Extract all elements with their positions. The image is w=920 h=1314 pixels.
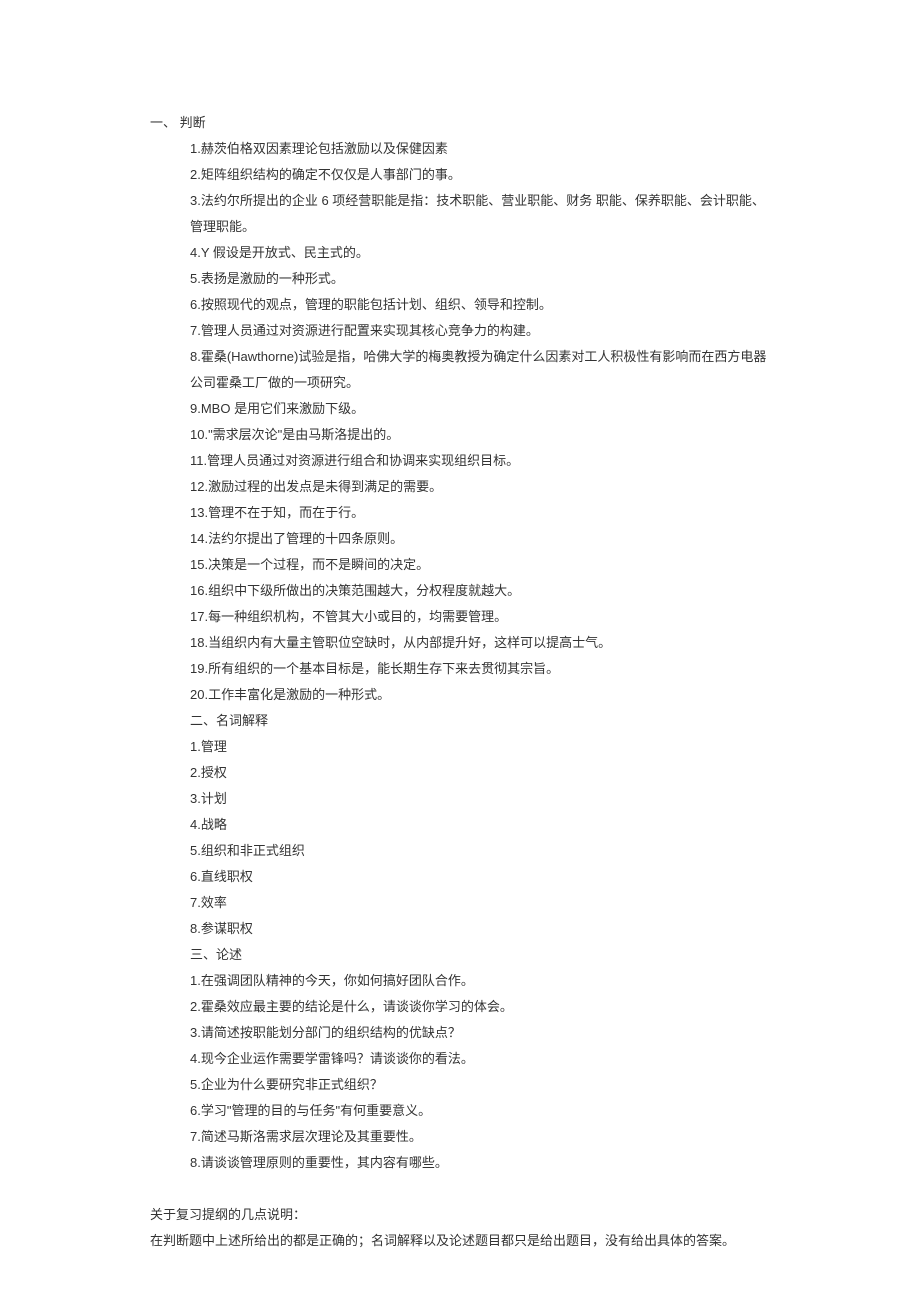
- judgment-item: 16.组织中下级所做出的决策范围越大，分权程度就越大。: [150, 578, 770, 604]
- section-3-title: 三、论述: [150, 942, 770, 968]
- judgment-item: 12.激励过程的出发点是未得到满足的需要。: [150, 474, 770, 500]
- note-line: 关于复习提纲的几点说明：: [150, 1202, 770, 1228]
- section-1-title: 一、 判断: [150, 110, 770, 136]
- judgment-item: 14.法约尔提出了管理的十四条原则。: [150, 526, 770, 552]
- notes-block: 关于复习提纲的几点说明： 在判断题中上述所给出的都是正确的；名词解释以及论述题目…: [150, 1202, 770, 1254]
- judgment-item: 7.管理人员通过对资源进行配置来实现其核心竞争力的构建。: [150, 318, 770, 344]
- note-line: 在判断题中上述所给出的都是正确的；名词解释以及论述题目都只是给出题目，没有给出具…: [150, 1228, 770, 1254]
- essay-item: 8.请谈谈管理原则的重要性，其内容有哪些。: [150, 1150, 770, 1176]
- judgment-item: 15.决策是一个过程，而不是瞬间的决定。: [150, 552, 770, 578]
- judgment-item: 2.矩阵组织结构的确定不仅仅是人事部门的事。: [150, 162, 770, 188]
- judgment-item: 11.管理人员通过对资源进行组合和协调来实现组织目标。: [150, 448, 770, 474]
- judgment-item: 10."需求层次论"是由马斯洛提出的。: [150, 422, 770, 448]
- essay-item: 6.学习"管理的目的与任务"有何重要意义。: [150, 1098, 770, 1124]
- terminology-item: 8.参谋职权: [150, 916, 770, 942]
- judgment-item: 17.每一种组织机构，不管其大小或目的，均需要管理。: [150, 604, 770, 630]
- terminology-item: 2.授权: [150, 760, 770, 786]
- essay-item: 1.在强调团队精神的今天，你如何搞好团队合作。: [150, 968, 770, 994]
- essay-item: 2.霍桑效应最主要的结论是什么，请谈谈你学习的体会。: [150, 994, 770, 1020]
- judgment-item: 18.当组织内有大量主管职位空缺时，从内部提升好，这样可以提高士气。: [150, 630, 770, 656]
- terminology-item: 7.效率: [150, 890, 770, 916]
- judgment-item: 3.法约尔所提出的企业 6 项经营职能是指：技术职能、营业职能、财务 职能、保养…: [150, 188, 770, 240]
- terminology-item: 4.战略: [150, 812, 770, 838]
- terminology-item: 5.组织和非正式组织: [150, 838, 770, 864]
- judgment-item: 19.所有组织的一个基本目标是，能长期生存下来去贯彻其宗旨。: [150, 656, 770, 682]
- judgment-item: 9.MBO 是用它们来激励下级。: [150, 396, 770, 422]
- judgment-item: 20.工作丰富化是激励的一种形式。: [150, 682, 770, 708]
- terminology-item: 1.管理: [150, 734, 770, 760]
- essay-item: 4.现今企业运作需要学雷锋吗？请谈谈你的看法。: [150, 1046, 770, 1072]
- terminology-item: 6.直线职权: [150, 864, 770, 890]
- judgment-item: 13.管理不在于知，而在于行。: [150, 500, 770, 526]
- essay-item: 5.企业为什么要研究非正式组织？: [150, 1072, 770, 1098]
- essay-item: 7.简述马斯洛需求层次理论及其重要性。: [150, 1124, 770, 1150]
- section-2-title: 二、名词解释: [150, 708, 770, 734]
- judgment-item: 5.表扬是激励的一种形式。: [150, 266, 770, 292]
- essay-item: 3.请简述按职能划分部门的组织结构的优缺点？: [150, 1020, 770, 1046]
- judgment-item: 8.霍桑(Hawthorne)试验是指，哈佛大学的梅奥教授为确定什么因素对工人积…: [150, 344, 770, 396]
- judgment-item: 1.赫茨伯格双因素理论包括激励以及保健因素: [150, 136, 770, 162]
- terminology-item: 3.计划: [150, 786, 770, 812]
- judgment-item: 4.Y 假设是开放式、民主式的。: [150, 240, 770, 266]
- judgment-item: 6.按照现代的观点，管理的职能包括计划、组织、领导和控制。: [150, 292, 770, 318]
